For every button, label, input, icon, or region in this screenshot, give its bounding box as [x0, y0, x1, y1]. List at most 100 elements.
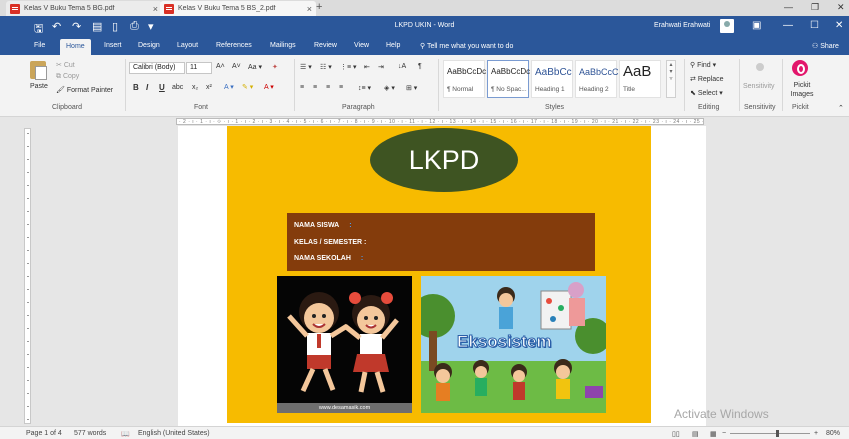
styles-scroll[interactable]: ▴ ▾ ▿ — [666, 60, 676, 98]
zoom-slider[interactable] — [730, 433, 810, 434]
tell-me-search[interactable]: ⚲ Tell me what you want to do — [420, 42, 513, 50]
font-size-select[interactable]: 11 — [186, 62, 212, 74]
minimize-browser-icon[interactable]: — — [784, 2, 793, 12]
decrease-indent-icon[interactable]: ⇤ — [364, 63, 370, 71]
tab-file[interactable]: File — [34, 42, 45, 49]
tab-layout[interactable]: Layout — [177, 42, 198, 49]
style-heading-2[interactable]: AaBbCcC Heading 2 — [575, 60, 619, 98]
browser-tab[interactable]: Kelas V Buku Tema 5 BG.pdf × — [6, 1, 162, 16]
new-tab-button[interactable]: + — [316, 1, 322, 13]
change-case-icon[interactable]: Aa ▾ — [248, 63, 262, 71]
font-name-select[interactable]: Calibri (Body) — [129, 62, 185, 74]
user-name[interactable]: Erahwati Erahwati — [654, 22, 710, 29]
vertical-ruler[interactable] — [24, 128, 31, 424]
clear-formatting-icon[interactable]: ✦ — [272, 63, 278, 71]
close-tab-icon[interactable]: × — [153, 4, 158, 14]
text-effects-icon[interactable]: A ▾ — [224, 83, 234, 91]
browser-tab[interactable]: Kelas V Buku Tema 5 BS_2.pdf × — [160, 1, 316, 16]
tab-view[interactable]: View — [354, 42, 369, 49]
close-tab-icon[interactable]: × — [307, 4, 312, 14]
page-count[interactable]: Page 1 of 4 — [26, 430, 62, 437]
paste-button[interactable]: Paste — [30, 83, 48, 90]
tab-references[interactable]: References — [216, 42, 252, 49]
style-normal[interactable]: AaBbCcDc ¶ Normal — [443, 60, 486, 98]
children-cartoon-image — [287, 292, 399, 393]
highlight-color-icon[interactable]: ✎ ▾ — [242, 83, 253, 91]
bullets-icon[interactable]: ☰ ▾ — [300, 63, 312, 71]
pickit-images-button[interactable]: Pickit Images — [787, 81, 817, 99]
browser-tab-title: Kelas V Buku Tema 5 BS_2.pdf — [178, 5, 276, 12]
copy-button[interactable]: ⧉ Copy — [56, 73, 79, 81]
replace-button[interactable]: ⇄ Replace — [690, 75, 724, 83]
read-mode-icon[interactable]: ▯▯ — [672, 430, 680, 438]
close-browser-icon[interactable]: ✕ — [837, 2, 845, 13]
increase-indent-icon[interactable]: ⇥ — [378, 63, 384, 71]
line-spacing-icon[interactable]: ↕≡ ▾ — [358, 84, 371, 92]
maximize-icon[interactable]: ☐ — [810, 20, 819, 31]
cut-button[interactable]: ✂ Cut — [56, 61, 75, 69]
find-button[interactable]: ⚲ Find ▾ — [690, 61, 716, 69]
show-formatting-icon[interactable]: ¶ — [418, 63, 422, 70]
tab-insert[interactable]: Insert — [104, 42, 122, 49]
numbering-icon[interactable]: ☷ ▾ — [320, 63, 332, 71]
align-left-icon[interactable]: ≡ — [300, 84, 304, 91]
sensitivity-button[interactable]: Sensitivity — [743, 83, 775, 90]
style-heading-1[interactable]: AaBbCc Heading 1 — [531, 60, 573, 98]
shading-icon[interactable]: ◈ ▾ — [384, 84, 395, 92]
zoom-in-button[interactable]: + — [814, 430, 818, 437]
proofing-icon[interactable]: 📖 — [121, 430, 130, 438]
tab-design[interactable]: Design — [138, 42, 160, 49]
ecosystem-illustration[interactable]: Eksosistem — [421, 276, 606, 413]
restore-browser-icon[interactable]: ❐ — [811, 2, 819, 13]
superscript-icon[interactable]: x² — [206, 84, 212, 91]
print-layout-icon[interactable]: ▤ — [692, 430, 699, 438]
style-sample: AaBbCcC — [579, 67, 619, 77]
zoom-slider-thumb[interactable] — [776, 430, 779, 437]
collapse-ribbon-icon[interactable]: ⌃ — [838, 104, 844, 112]
word-count[interactable]: 577 words — [74, 430, 106, 437]
underline-button[interactable]: U — [159, 83, 165, 92]
font-color-icon[interactable]: A ▾ — [264, 83, 274, 91]
strikethrough-icon[interactable]: abc — [172, 84, 183, 91]
align-center-icon[interactable]: ≡ — [313, 84, 317, 91]
justify-icon[interactable]: ≡ — [339, 84, 343, 91]
subscript-icon[interactable]: x₂ — [192, 84, 198, 91]
tab-review[interactable]: Review — [314, 42, 337, 49]
web-layout-icon[interactable]: ▦ — [710, 430, 717, 438]
grow-font-icon[interactable]: A˄ — [216, 63, 225, 70]
document-workspace[interactable]: LKPD NAMA SISWA: KELAS / SEMESTER : NAMA… — [32, 126, 849, 426]
avatar[interactable] — [720, 19, 734, 33]
pickit-icon[interactable] — [792, 60, 808, 76]
shrink-font-icon[interactable]: A˅ — [232, 63, 241, 70]
field-label: NAMA SEKOLAH — [294, 255, 351, 262]
zoom-level[interactable]: 80% — [826, 430, 840, 437]
italic-button[interactable]: I — [146, 83, 148, 92]
students-illustration[interactable]: www.desamasik.com — [277, 276, 412, 413]
minimize-icon[interactable]: — — [783, 20, 793, 31]
paste-icon[interactable] — [30, 61, 47, 80]
tab-home[interactable]: Home — [60, 39, 91, 55]
copy-icon: ⧉ — [56, 73, 63, 80]
ribbon-display-options-icon[interactable]: ▣ — [752, 20, 761, 31]
tab-help[interactable]: Help — [386, 42, 400, 49]
horizontal-ruler[interactable]: · 2 · ı · 1 · ı · ⟐ · ı · 1 · ı · 2 · ı … — [20, 117, 849, 126]
ruler-scale: · 2 · ı · 1 · ı · ⟐ · ı · 1 · ı · 2 · ı … — [176, 118, 704, 125]
align-right-icon[interactable]: ≡ — [326, 84, 330, 91]
group-divider — [684, 59, 685, 111]
word-title-bar: 🖫 ↶ ↷ ▤ ▯ ⎙ ▾ LKPD UKIN - Word Erahwati … — [0, 16, 849, 38]
style-title[interactable]: AaB Title — [619, 60, 661, 98]
select-button[interactable]: ⬉ Select ▾ — [690, 89, 723, 97]
format-painter-button[interactable]: 🖌 Format Painter — [56, 86, 113, 94]
close-icon[interactable]: ✕ — [835, 20, 843, 31]
field-label: KELAS / SEMESTER : — [294, 239, 367, 246]
group-divider — [438, 59, 439, 111]
bold-button[interactable]: B — [133, 83, 139, 92]
zoom-out-button[interactable]: − — [722, 430, 726, 437]
style-no-spacing[interactable]: AaBbCcDc ¶ No Spac... — [487, 60, 530, 98]
multilevel-list-icon[interactable]: ⋮≡ ▾ — [340, 63, 357, 71]
sort-icon[interactable]: ↓A — [398, 63, 406, 70]
share-button[interactable]: ⚇ Share — [812, 42, 839, 50]
language-indicator[interactable]: English (United States) — [138, 430, 210, 437]
tab-mailings[interactable]: Mailings — [270, 42, 296, 49]
borders-icon[interactable]: ⊞ ▾ — [406, 84, 417, 92]
